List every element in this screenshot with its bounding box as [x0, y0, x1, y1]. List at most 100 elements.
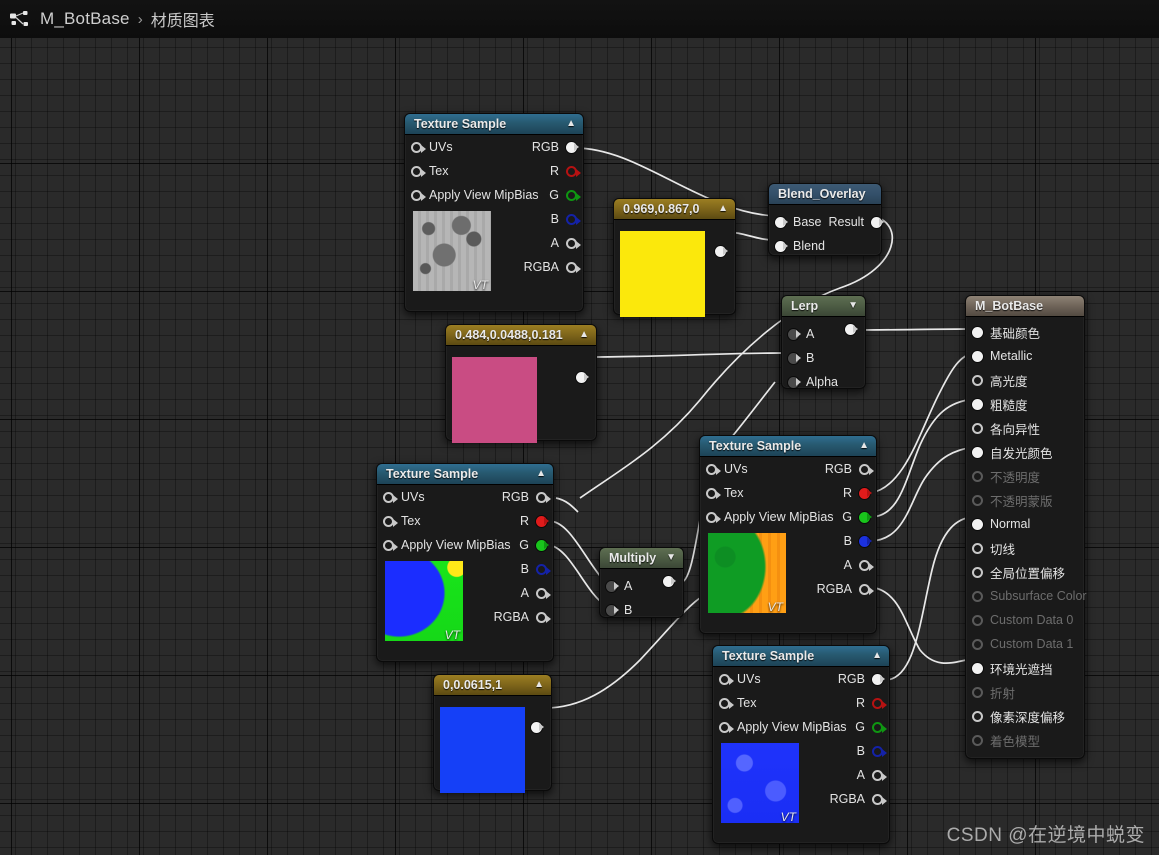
node-texture-sample-bottom[interactable]: Texture Sample ▲ UVs Tex Apply View MipB… [712, 645, 890, 844]
material-output-pin-row[interactable]: 不透明度 [966, 464, 1084, 488]
output-row-r[interactable]: R [524, 159, 583, 183]
material-output-pin-row[interactable]: 粗糙度 [966, 392, 1084, 416]
pin-input-base[interactable] [775, 216, 788, 228]
pin-output-g[interactable] [872, 721, 887, 733]
node-header[interactable]: 0.969,0.867,0 ▲ [614, 199, 735, 220]
material-output-pin-row[interactable]: 环境光遮挡 [966, 656, 1084, 680]
pin-output-result[interactable] [845, 324, 858, 335]
pin-output-value[interactable] [531, 722, 544, 733]
texture-thumbnail[interactable]: VT [721, 743, 799, 823]
material-output-pin-row[interactable]: Subsurface Color [966, 584, 1087, 608]
pin-input-uvs[interactable] [706, 463, 721, 475]
node-material-output[interactable]: M_BotBase 基础颜色 Metallic 高光度 粗糙度 各向异性 自发光颜色 不透明… [965, 295, 1087, 759]
input-row-uvs[interactable]: UVs [700, 457, 834, 481]
output-row-g[interactable]: G [494, 533, 553, 557]
output-row-g[interactable]: G [817, 505, 876, 529]
pin-output-g[interactable] [566, 189, 581, 201]
node-blend-overlay[interactable]: Blend_Overlay Base Result Blend [768, 183, 884, 256]
pin-input-uvs[interactable] [719, 673, 734, 685]
input-row-base[interactable]: Base Result [769, 210, 884, 234]
chevron-up-icon[interactable]: ▲ [566, 119, 576, 129]
pin-output-rgb[interactable] [872, 673, 885, 685]
pin-input-mipbias[interactable] [383, 539, 398, 551]
chevron-up-icon[interactable]: ▲ [718, 204, 728, 214]
material-output-pin-row[interactable]: 切线 [966, 536, 1084, 560]
pin-output-a[interactable] [859, 559, 874, 571]
material-output-pin-row[interactable]: Metallic [966, 344, 1084, 368]
material-output-pin-row[interactable]: 全局位置偏移 [966, 560, 1084, 584]
output-row-a[interactable]: A [524, 231, 583, 255]
pin-input-tex[interactable] [719, 697, 734, 709]
node-constant-yellow[interactable]: 0.969,0.867,0 ▲ [613, 198, 736, 317]
node-header[interactable]: M_BotBase [966, 296, 1084, 317]
material-output-pin-row[interactable]: Normal [966, 512, 1084, 536]
node-constant-blue[interactable]: 0,0.0615,1 ▲ [433, 674, 552, 793]
pin-material-6[interactable] [972, 470, 983, 482]
pin-input-mipbias[interactable] [411, 189, 426, 201]
node-texture-sample-mid[interactable]: Texture Sample ▲ UVs Tex Apply View MipB… [699, 435, 877, 634]
output-row-rgba[interactable]: RGBA [524, 255, 583, 279]
color-swatch[interactable] [452, 357, 537, 443]
color-swatch[interactable] [440, 707, 525, 793]
material-output-pin-row[interactable]: 自发光颜色 [966, 440, 1084, 464]
node-header[interactable]: Texture Sample ▲ [377, 464, 553, 485]
chevron-up-icon[interactable]: ▲ [579, 330, 589, 340]
pin-input-tex[interactable] [383, 515, 398, 527]
pin-output-result[interactable] [663, 576, 676, 587]
pin-output-b[interactable] [566, 213, 581, 225]
pin-input-alpha[interactable] [788, 376, 801, 388]
pin-output-g[interactable] [536, 539, 549, 551]
node-header[interactable]: Multiply ▼ [600, 548, 683, 569]
pin-input-b[interactable] [606, 604, 619, 616]
pin-output-result[interactable] [870, 216, 884, 228]
output-row-b[interactable]: B [817, 529, 876, 553]
pin-output-value[interactable] [715, 246, 728, 257]
pin-input-mipbias[interactable] [719, 721, 734, 733]
pin-material-1[interactable] [972, 350, 983, 362]
node-header[interactable]: Blend_Overlay [769, 184, 881, 205]
output-row-r[interactable]: R [830, 691, 889, 715]
texture-thumbnail[interactable]: VT [413, 211, 491, 291]
material-output-pin-row[interactable]: 着色模型 [966, 728, 1084, 752]
output-row-rgb[interactable]: RGB [524, 135, 583, 159]
node-header[interactable]: 0.484,0.0488,0.181 ▲ [446, 325, 596, 346]
pin-output-a[interactable] [536, 587, 551, 599]
pin-material-11[interactable] [972, 590, 983, 602]
pin-input-uvs[interactable] [411, 141, 426, 153]
node-header[interactable]: Texture Sample ▲ [713, 646, 889, 667]
input-row-uvs[interactable]: UVs [713, 667, 847, 691]
pin-input-a[interactable] [606, 580, 619, 592]
breadcrumb-root[interactable]: M_BotBase [40, 9, 130, 29]
material-output-pin-row[interactable]: Custom Data 1 [966, 632, 1084, 656]
node-multiply[interactable]: Multiply ▼ A B [599, 547, 684, 618]
pin-material-8[interactable] [972, 518, 983, 530]
pin-output-r[interactable] [566, 165, 581, 177]
pin-material-16[interactable] [972, 710, 983, 722]
pin-input-tex[interactable] [706, 487, 721, 499]
pin-output-rgb[interactable] [859, 463, 874, 475]
pin-output-rgb[interactable] [566, 141, 579, 153]
input-row-alpha[interactable]: Alpha [782, 370, 865, 394]
output-row-g[interactable]: G [830, 715, 889, 739]
pin-output-rgba[interactable] [566, 261, 581, 273]
pin-material-4[interactable] [972, 422, 983, 434]
output-row-r[interactable]: R [817, 481, 876, 505]
pin-output-rgb[interactable] [536, 491, 551, 503]
output-row-rgba[interactable]: RGBA [830, 787, 889, 811]
input-row-tex[interactable]: Tex [700, 481, 834, 505]
material-output-pin-row[interactable]: 基础颜色 [966, 320, 1084, 344]
node-texture-sample-left[interactable]: Texture Sample ▲ UVs Tex Apply View MipB… [376, 463, 554, 662]
material-output-pin-row[interactable]: 高光度 [966, 368, 1084, 392]
node-header[interactable]: 0,0.0615,1 ▲ [434, 675, 551, 696]
pin-material-3[interactable] [972, 398, 983, 410]
pin-output-rgba[interactable] [536, 611, 551, 623]
pin-output-b[interactable] [859, 535, 872, 547]
material-output-pin-row[interactable]: 折射 [966, 680, 1084, 704]
output-row-b[interactable]: B [830, 739, 889, 763]
pin-material-0[interactable] [972, 326, 983, 338]
node-lerp[interactable]: Lerp ▼ A B Alpha [781, 295, 866, 389]
input-row-uvs[interactable]: UVs [405, 135, 539, 159]
pin-input-b[interactable] [788, 352, 801, 364]
chevron-up-icon[interactable]: ▲ [872, 651, 882, 661]
pin-output-value[interactable] [576, 372, 589, 383]
